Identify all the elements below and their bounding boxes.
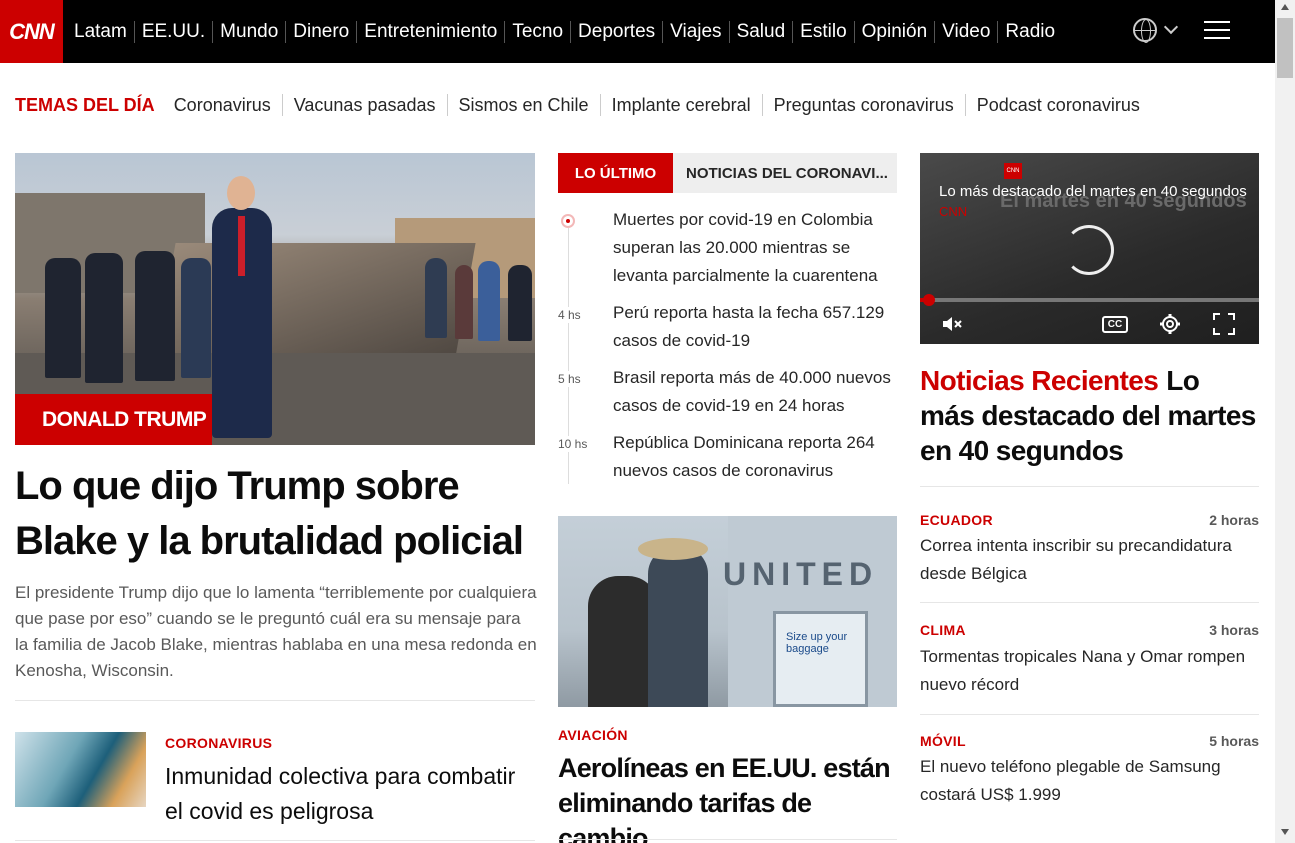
recent-item[interactable]: Correa intenta inscribir su precandidatu… [920, 532, 1259, 588]
nav-item-radio[interactable]: Radio [997, 20, 1062, 43]
divider [15, 700, 535, 701]
recent-item[interactable]: El nuevo teléfono plegable de Samsung co… [920, 753, 1259, 809]
latest-item[interactable]: Muertes por covid-19 en Colombia superan… [613, 206, 897, 290]
tab-lo-ultimo[interactable]: LO ÚLTIMO [558, 153, 673, 193]
nav-item-dinero[interactable]: Dinero [285, 20, 356, 43]
latest-time: 5 hs [558, 371, 581, 387]
edition-selector[interactable] [1133, 16, 1183, 44]
photo-sign: UNITED [723, 556, 879, 592]
divider [920, 486, 1259, 487]
scroll-down-arrow-icon[interactable] [1281, 829, 1289, 835]
recent-news-label[interactable]: Noticias Recientes [920, 365, 1159, 396]
video-progress-bar[interactable] [920, 298, 1259, 302]
mute-icon[interactable] [940, 313, 966, 335]
hero-headline[interactable]: Lo que dijo Trump sobre Blake y la bruta… [15, 459, 535, 569]
nav-item-viajes[interactable]: Viajes [662, 20, 728, 43]
latest-time: 10 hs [558, 436, 588, 452]
latest-tabs: LO ÚLTIMO NOTICIAS DEL CORONAVI... [558, 153, 897, 193]
latest-item[interactable]: Brasil reporta más de 40.000 nuevos caso… [613, 364, 897, 420]
scroll-thumb[interactable] [1277, 18, 1293, 78]
recent-time: 2 horas [1209, 512, 1259, 528]
divider [920, 602, 1259, 603]
fullscreen-icon[interactable] [1213, 313, 1235, 335]
chevron-down-icon [1163, 19, 1179, 35]
latest-item[interactable]: Perú reporta hasta la fecha 657.129 caso… [613, 299, 897, 355]
nav-item-salud[interactable]: Salud [728, 20, 793, 43]
recent-news-heading: Noticias Recientes Lo más destacado del m… [920, 363, 1260, 468]
divider [558, 839, 897, 840]
divider [920, 714, 1259, 715]
divider [15, 840, 535, 841]
cnn-logo[interactable]: CNN [0, 0, 63, 63]
hamburger-menu-icon[interactable] [1204, 21, 1230, 41]
nav-item-opinion[interactable]: Opinión [853, 20, 935, 43]
tab-coronavirus[interactable]: NOTICIAS DEL CORONAVI... [673, 153, 897, 193]
recent-kicker[interactable]: ECUADOR [920, 512, 993, 528]
aviation-photo[interactable]: UNITED Size up your baggage [558, 516, 897, 707]
kiosk-sign: Size up your baggage [786, 631, 848, 655]
topic-link[interactable]: Vacunas pasadas [281, 94, 447, 116]
recent-kicker[interactable]: CLIMA [920, 622, 966, 638]
loading-spinner-icon [1064, 225, 1114, 275]
nav-item-video[interactable]: Video [934, 20, 997, 43]
nav-item-estilo[interactable]: Estilo [792, 20, 853, 43]
nav-item-deportes[interactable]: Deportes [570, 20, 662, 43]
nav-item-latam[interactable]: Latam [67, 21, 134, 43]
video-player[interactable]: CNN El martes en 40 segundos Lo más dest… [920, 153, 1259, 344]
photo-subject [212, 176, 272, 438]
topic-link[interactable]: Sismos en Chile [446, 94, 600, 116]
settings-gear-icon[interactable] [1158, 313, 1182, 335]
closed-captions-button[interactable]: CC [1102, 316, 1128, 333]
globe-icon [1133, 18, 1157, 43]
trending-label: TEMAS DEL DÍA [15, 94, 155, 115]
scroll-up-arrow-icon[interactable] [1281, 4, 1289, 10]
video-scrubber-handle[interactable] [923, 294, 935, 306]
recent-time: 3 horas [1209, 622, 1259, 638]
top-nav: CNN Latam EE.UU. Mundo Dinero Entretenim… [0, 0, 1275, 63]
recent-kicker[interactable]: MÓVIL [920, 733, 966, 749]
story-kicker[interactable]: AVIACIÓN [558, 727, 628, 743]
nav-item-eeuu[interactable]: EE.UU. [133, 20, 212, 43]
story-title[interactable]: Aerolíneas en EE.UU. están eliminando ta… [558, 751, 897, 843]
story-title[interactable]: Inmunidad colectiva para combatir el cov… [165, 759, 535, 829]
recent-item[interactable]: Tormentas tropicales Nana y Omar rompen … [920, 643, 1259, 699]
latest-time: 4 hs [558, 307, 581, 323]
hero-tag[interactable]: DONALD TRUMP [15, 394, 212, 445]
topic-link[interactable]: Implante cerebral [599, 94, 762, 116]
topic-link[interactable]: Podcast coronavirus [964, 94, 1151, 116]
page-scrollbar[interactable] [1275, 0, 1295, 843]
video-title: Lo más destacado del martes en 40 segund… [939, 183, 1247, 200]
nav-item-mundo[interactable]: Mundo [212, 20, 285, 43]
topic-link[interactable]: Preguntas coronavirus [761, 94, 965, 116]
trending-topics: TEMAS DEL DÍA Coronavirus Vacunas pasada… [15, 92, 1151, 118]
nav-menu: Latam EE.UU. Mundo Dinero Entretenimient… [67, 0, 1062, 63]
latest-item[interactable]: República Dominicana reporta 264 nuevos … [613, 429, 897, 485]
cnn-watermark-icon: CNN [1004, 163, 1022, 179]
video-source: CNN [939, 204, 968, 219]
live-dot-icon [561, 214, 575, 228]
nav-item-entretenimiento[interactable]: Entretenimiento [356, 20, 504, 43]
hero-image[interactable]: DONALD TRUMP [15, 153, 535, 445]
story-thumbnail[interactable] [15, 732, 146, 807]
recent-time: 5 horas [1209, 733, 1259, 749]
topic-link[interactable]: Coronavirus [163, 94, 282, 116]
hero-description: El presidente Trump dijo que lo lamenta … [15, 583, 537, 680]
story-kicker[interactable]: CORONAVIRUS [165, 735, 272, 751]
nav-item-tecno[interactable]: Tecno [504, 20, 570, 43]
